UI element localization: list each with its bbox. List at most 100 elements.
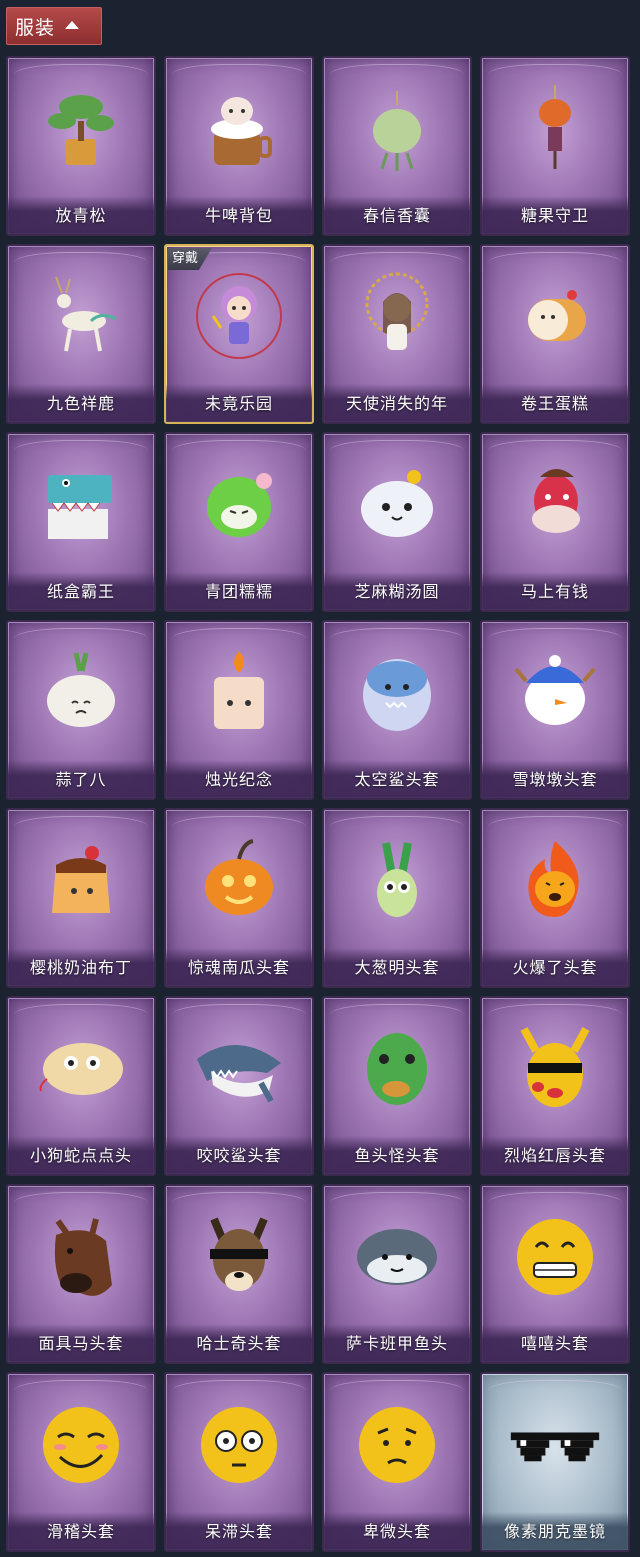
bonsai-pine-icon <box>33 80 129 176</box>
costume-card[interactable]: 芝麻糊汤圆 <box>322 432 472 612</box>
costume-card[interactable]: 放青松 <box>6 56 156 236</box>
costume-name: 樱桃奶油布丁 <box>29 958 132 977</box>
angel-girl-icon <box>349 268 445 364</box>
costume-name: 呆滞头套 <box>204 1522 273 1541</box>
costume-name: 牛啤背包 <box>204 206 273 225</box>
costume-card[interactable]: 惊魂南瓜头套 <box>164 808 314 988</box>
costume-name: 雪墩墩头套 <box>512 770 598 789</box>
white-dumpling-icon <box>349 456 445 552</box>
chevron-up-icon <box>65 21 80 29</box>
costume-name: 萨卡班甲鱼头 <box>345 1334 448 1353</box>
pixel-sunglasses-icon <box>507 1396 603 1492</box>
costume-name: 九色祥鹿 <box>46 394 115 413</box>
costume-name: 咬咬鲨头套 <box>196 1146 282 1165</box>
costume-card[interactable]: 像素朋克墨镜 <box>480 1372 630 1552</box>
sachet-pouch-icon <box>349 80 445 176</box>
costume-card[interactable]: 卑微头套 <box>322 1372 472 1552</box>
costume-name: 惊魂南瓜头套 <box>187 958 290 977</box>
category-label: 服装 <box>15 16 56 39</box>
costume-card[interactable]: 萨卡班甲鱼头 <box>322 1184 472 1364</box>
costume-name: 卑微头套 <box>362 1522 431 1541</box>
yellow-mask-sunglasses-icon <box>507 1020 603 1116</box>
category-toggle-button[interactable]: 服装 <box>6 7 102 45</box>
costume-card[interactable]: 雪墩墩头套 <box>480 620 630 800</box>
humble-emoji-icon <box>349 1396 445 1492</box>
costume-card[interactable]: 纸盒霸王 <box>6 432 156 612</box>
grin-emoji-icon <box>507 1208 603 1304</box>
costume-name: 滑稽头套 <box>46 1522 115 1541</box>
deer-charm-icon <box>33 268 129 364</box>
costume-card[interactable]: 呆滞头套 <box>164 1372 314 1552</box>
costume-card[interactable]: 烛光纪念 <box>164 620 314 800</box>
costume-card[interactable]: 火爆了头套 <box>480 808 630 988</box>
shark-egg-icon <box>349 644 445 740</box>
costume-name: 面具马头套 <box>38 1334 124 1353</box>
costume-name: 像素朋克墨镜 <box>503 1522 606 1541</box>
costume-name: 大葱明头套 <box>354 958 440 977</box>
horse-mask-icon <box>33 1208 129 1304</box>
costume-card[interactable]: 蒜了八 <box>6 620 156 800</box>
box-dinosaur-icon <box>33 456 129 552</box>
dog-snake-icon <box>33 1020 129 1116</box>
candle-icon <box>191 644 287 740</box>
fish-head-mask-icon <box>349 1020 445 1116</box>
pudding-icon <box>33 832 129 928</box>
costume-name: 小狗蛇点点头 <box>29 1146 132 1165</box>
costume-card[interactable]: 小狗蛇点点头 <box>6 996 156 1176</box>
costume-name: 太空鲨头套 <box>354 770 440 789</box>
costume-card[interactable]: 牛啤背包 <box>164 56 314 236</box>
sacabambaspis-icon <box>349 1208 445 1304</box>
costume-name: 哈士奇头套 <box>196 1334 282 1353</box>
costume-name: 糖果守卫 <box>520 206 589 225</box>
costume-name: 马上有钱 <box>520 582 589 601</box>
costume-name: 青团糯糯 <box>204 582 273 601</box>
costume-card[interactable]: 大葱明头套 <box>322 808 472 988</box>
costume-card[interactable]: 未竟乐园 穿戴 <box>164 244 314 424</box>
costume-name: 放青松 <box>55 206 107 225</box>
costume-name: 嘻嘻头套 <box>520 1334 589 1353</box>
costume-name: 春信香囊 <box>362 206 431 225</box>
green-dumpling-icon <box>191 456 287 552</box>
costume-card[interactable]: 青团糯糯 <box>164 432 314 612</box>
stare-emoji-icon <box>191 1396 287 1492</box>
cow-beer-barrel-icon <box>191 80 287 176</box>
husky-sunglasses-icon <box>191 1208 287 1304</box>
costume-card[interactable]: 太空鲨头套 <box>322 620 472 800</box>
red-horse-icon <box>507 456 603 552</box>
costume-name: 卷王蛋糕 <box>520 394 589 413</box>
costume-name: 火爆了头套 <box>512 958 598 977</box>
costume-name: 天使消失的年 <box>345 394 448 413</box>
snowman-icon <box>507 644 603 740</box>
garlic-icon <box>33 644 129 740</box>
costume-name: 鱼头怪头套 <box>354 1146 440 1165</box>
costume-name: 烈焰红唇头套 <box>503 1146 606 1165</box>
clown-doll-icon <box>191 268 287 364</box>
jack-o-lantern-icon <box>191 832 287 928</box>
costume-name: 蒜了八 <box>55 770 107 789</box>
costume-card[interactable]: 九色祥鹿 <box>6 244 156 424</box>
costume-name: 纸盒霸王 <box>46 582 115 601</box>
costume-card[interactable]: 嘻嘻头套 <box>480 1184 630 1364</box>
costume-card[interactable]: 哈士奇头套 <box>164 1184 314 1364</box>
roll-cake-icon <box>507 268 603 364</box>
costume-card[interactable]: 马上有钱 <box>480 432 630 612</box>
costume-card[interactable]: 面具马头套 <box>6 1184 156 1364</box>
costume-card[interactable]: 鱼头怪头套 <box>322 996 472 1176</box>
biting-shark-icon <box>191 1020 287 1116</box>
costume-name: 未竟乐园 <box>204 394 273 413</box>
smirk-emoji-icon <box>33 1396 129 1492</box>
fireball-icon <box>507 832 603 928</box>
pumpkin-scarecrow-icon <box>507 80 603 176</box>
costume-card[interactable]: 天使消失的年 <box>322 244 472 424</box>
costume-grid: 放青松 牛啤背包 春信香囊 糖果守卫九色祥鹿 未竟乐园 穿戴天使消失的年 卷王蛋糕纸盒霸王 青… <box>0 56 640 1552</box>
costume-card[interactable]: 咬咬鲨头套 <box>164 996 314 1176</box>
equipped-badge: 穿戴 <box>168 248 212 270</box>
costume-card[interactable]: 糖果守卫 <box>480 56 630 236</box>
costume-card[interactable]: 烈焰红唇头套 <box>480 996 630 1176</box>
scallion-icon <box>349 832 445 928</box>
costume-card[interactable]: 春信香囊 <box>322 56 472 236</box>
costume-card[interactable]: 樱桃奶油布丁 <box>6 808 156 988</box>
costume-card[interactable]: 滑稽头套 <box>6 1372 156 1552</box>
costume-card[interactable]: 卷王蛋糕 <box>480 244 630 424</box>
costume-name: 芝麻糊汤圆 <box>354 582 440 601</box>
